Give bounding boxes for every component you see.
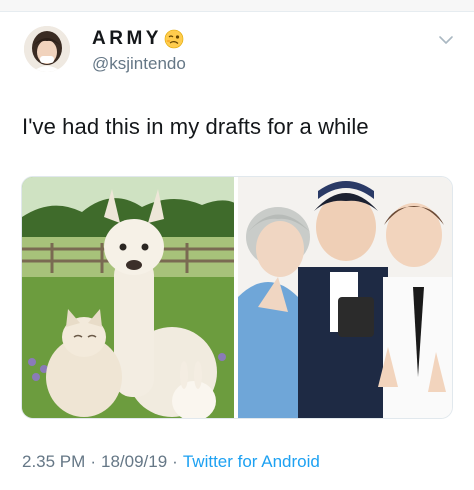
meta-separator: ·	[172, 452, 178, 471]
tweet-time: 2.35 PM	[22, 452, 86, 471]
tweet-media[interactable]	[21, 176, 453, 419]
tweet-text: I've had this in my drafts for a while	[22, 114, 369, 139]
media-photo-alpaca[interactable]	[22, 177, 234, 418]
chevron-down-icon[interactable]	[438, 34, 454, 46]
media-photo-group[interactable]	[238, 177, 452, 418]
tweet-date[interactable]: 18/09/19	[101, 452, 167, 472]
profile-photo-icon	[24, 26, 70, 72]
tweet-source-link[interactable]: Twitter for Android	[183, 452, 320, 472]
meta-separator: ·	[90, 452, 96, 471]
tweet-meta: 2.35 PM · 18/09/19 · Twitter for Android	[22, 452, 320, 472]
three-people-photo-icon	[238, 177, 452, 418]
user-handle[interactable]: @ksjintendo	[92, 54, 186, 74]
display-name[interactable]: ARMY	[92, 28, 184, 50]
top-divider	[0, 0, 474, 12]
display-name-text: ARMY	[92, 28, 162, 49]
avatar[interactable]	[24, 26, 70, 72]
woozy-face-icon	[164, 29, 184, 49]
alpaca-cat-rabbit-photo-icon	[22, 177, 234, 418]
